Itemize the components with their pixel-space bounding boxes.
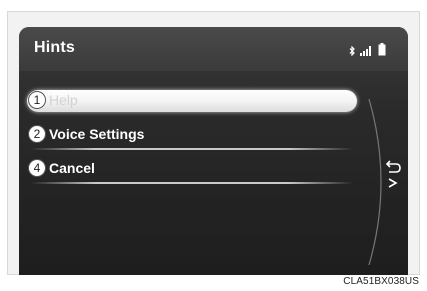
screen-title: Hints bbox=[34, 39, 75, 56]
bluetooth-icon bbox=[349, 46, 355, 56]
battery-icon bbox=[378, 43, 386, 56]
menu-item-label: Help bbox=[49, 92, 78, 108]
back-button[interactable] bbox=[385, 157, 403, 193]
item-number-badge: 1 bbox=[28, 91, 46, 109]
menu-item-label: Cancel bbox=[49, 160, 95, 176]
item-number-badge: 2 bbox=[28, 125, 46, 143]
signal-strength-icon bbox=[360, 45, 373, 56]
status-icons bbox=[349, 42, 386, 56]
image-caption: CLA51BX038US bbox=[343, 276, 419, 287]
item-divider bbox=[31, 148, 353, 150]
header-bar: Hints bbox=[19, 27, 408, 71]
item-number-badge: 4 bbox=[28, 159, 46, 177]
back-arrow-icon bbox=[385, 160, 401, 188]
item-divider bbox=[31, 182, 353, 184]
menu-item-label: Voice Settings bbox=[49, 126, 145, 142]
menu-item-cancel[interactable]: 4 Cancel bbox=[19, 157, 359, 184]
menu-item-help[interactable]: 1 Help bbox=[19, 89, 359, 113]
menu-item-voice-settings[interactable]: 2 Voice Settings bbox=[19, 123, 359, 150]
display-screen: Hints 1 Help 2 Voice Settings 4 Cancel bbox=[19, 27, 408, 275]
